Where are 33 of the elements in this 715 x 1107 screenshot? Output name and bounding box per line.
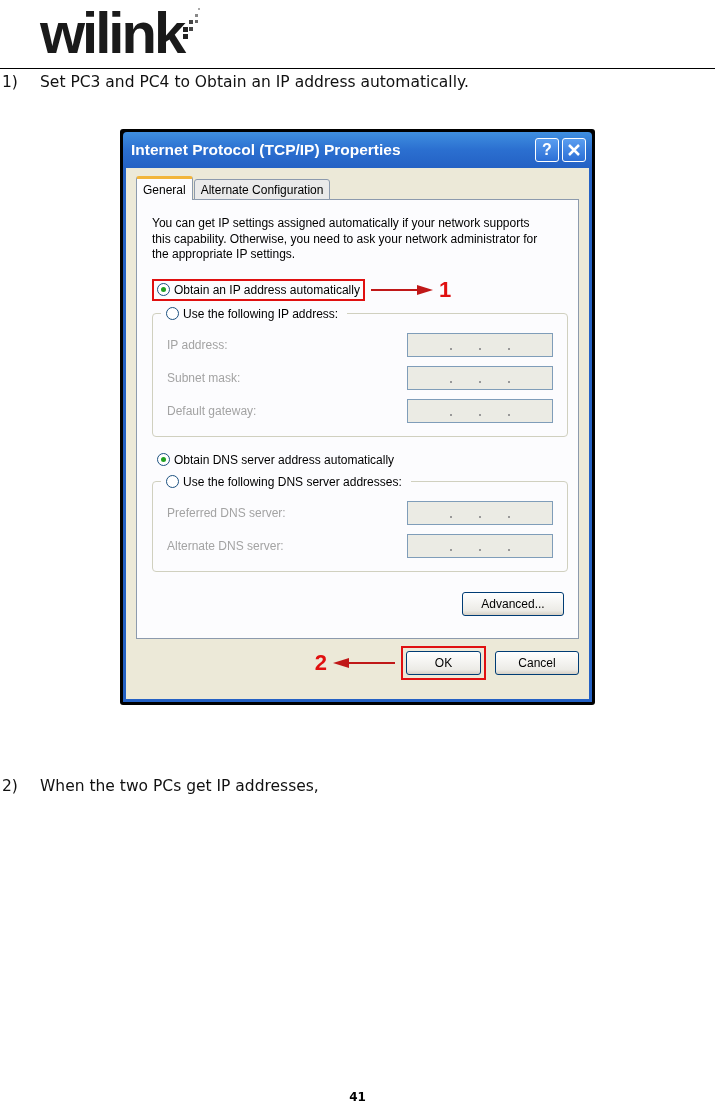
- radio-button[interactable]: Use the following DNS server addresses:: [161, 470, 407, 493]
- callout-number: 2: [314, 650, 327, 676]
- ip-address-field[interactable]: [407, 333, 553, 357]
- ip-address-field[interactable]: [407, 534, 553, 558]
- step-number: 2): [2, 777, 19, 795]
- field-label: Subnet mask:: [167, 371, 241, 385]
- field-label: Preferred DNS server:: [167, 506, 286, 520]
- radio-button[interactable]: Use the following IP address:: [161, 302, 344, 325]
- radio-button[interactable]: Obtain DNS server address automatically: [152, 448, 400, 471]
- intro-text: You can get IP settings assigned automatically if your network supports this capability. Otherwise, you need to ask your network administrator for the appropriate IP settings.: [152, 216, 539, 263]
- arrow-icon: [370, 283, 433, 296]
- ip-address-field[interactable]: [407, 501, 553, 525]
- tab[interactable]: Alternate Configuration: [193, 179, 331, 200]
- tab[interactable]: General: [136, 176, 193, 200]
- callout-number: 1: [438, 276, 452, 303]
- cancel-button[interactable]: Cancel: [495, 651, 579, 675]
- step-text: Set PC3 and PC4 to Obtain an IP address automatically.: [40, 73, 469, 91]
- close-icon: [567, 143, 581, 157]
- step-text: When the two PCs get IP addresses,: [40, 777, 319, 795]
- field-label: Alternate DNS server:: [167, 539, 284, 553]
- field-label: IP address:: [167, 338, 228, 352]
- window-title: Internet Protocol (TCP/IP) Properties: [131, 141, 402, 159]
- advanced-button[interactable]: Advanced...: [462, 591, 564, 616]
- page-number: 41: [349, 1090, 366, 1104]
- logo: wilink: [40, 4, 184, 62]
- ip-address-field[interactable]: [407, 366, 553, 390]
- radio-button[interactable]: Obtain an IP address automatically: [152, 278, 365, 301]
- ip-address-field[interactable]: [407, 399, 553, 423]
- field-label: Default gateway:: [167, 404, 257, 418]
- ok-button[interactable]: OK: [406, 651, 481, 675]
- step-number: 1): [2, 73, 19, 91]
- close-button[interactable]: [562, 138, 586, 162]
- arrow-icon: [333, 657, 395, 669]
